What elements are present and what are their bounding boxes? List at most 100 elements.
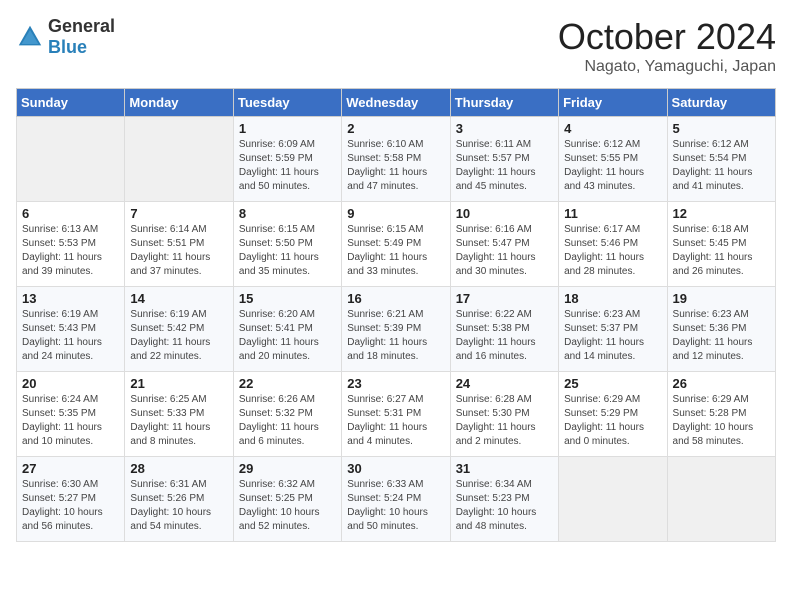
day-number: 25 xyxy=(564,376,661,391)
calendar-cell: 30Sunrise: 6:33 AM Sunset: 5:24 PM Dayli… xyxy=(342,457,450,542)
day-number: 7 xyxy=(130,206,227,221)
calendar-week-row: 1 Sunrise: 6:09 AM Sunset: 5:59 PM Daylig… xyxy=(17,117,776,202)
weekday-header-saturday: Saturday xyxy=(667,89,775,117)
calendar-cell: 20 Sunrise: 6:24 AM Sunset: 5:35 PM Dayli… xyxy=(17,372,125,457)
day-number: 12 xyxy=(673,206,770,221)
calendar-cell: 6Sunrise: 6:13 AM Sunset: 5:53 PM Daylig… xyxy=(17,202,125,287)
calendar-cell: 16 Sunrise: 6:21 AM Sunset: 5:39 PM Dayli… xyxy=(342,287,450,372)
calendar-cell: 4Sunrise: 6:12 AM Sunset: 5:55 PM Daylig… xyxy=(559,117,667,202)
cell-info: Sunrise: 6:28 AM Sunset: 5:30 PM Dayligh… xyxy=(456,393,553,449)
cell-info: Sunrise: 6:25 AM Sunset: 5:33 PM Dayligh… xyxy=(130,393,227,449)
day-number: 11 xyxy=(564,206,661,221)
day-number: 19 xyxy=(673,291,770,306)
calendar-cell xyxy=(125,117,233,202)
cell-info: Sunrise: 6:18 AM Sunset: 5:45 PM Dayligh… xyxy=(673,223,770,279)
month-title: October 2024 xyxy=(558,16,776,58)
location-title: Nagato, Yamaguchi, Japan xyxy=(558,58,776,76)
cell-info: Sunrise: 6:24 AM Sunset: 5:35 PM Dayligh… xyxy=(22,393,119,449)
cell-info: Sunrise: 6:12 AM Sunset: 5:54 PM Dayligh… xyxy=(673,138,770,194)
calendar-cell: 15 Sunrise: 6:20 AM Sunset: 5:41 PM Dayli… xyxy=(233,287,341,372)
calendar-cell: 21Sunrise: 6:25 AM Sunset: 5:33 PM Dayli… xyxy=(125,372,233,457)
cell-info: Sunrise: 6:11 AM Sunset: 5:57 PM Dayligh… xyxy=(456,138,553,194)
calendar-cell: 8 Sunrise: 6:15 AM Sunset: 5:50 PM Daylig… xyxy=(233,202,341,287)
calendar-cell: 18 Sunrise: 6:23 AM Sunset: 5:37 PM Dayli… xyxy=(559,287,667,372)
weekday-header-friday: Friday xyxy=(559,89,667,117)
calendar-cell: 9 Sunrise: 6:15 AM Sunset: 5:49 PM Daylig… xyxy=(342,202,450,287)
day-number: 28 xyxy=(130,461,227,476)
day-number: 18 xyxy=(564,291,661,306)
cell-info: Sunrise: 6:19 AM Sunset: 5:42 PM Dayligh… xyxy=(130,308,227,364)
title-block: October 2024 Nagato, Yamaguchi, Japan xyxy=(558,16,776,76)
cell-info: Sunrise: 6:19 AM Sunset: 5:43 PM Dayligh… xyxy=(22,308,119,364)
day-number: 27 xyxy=(22,461,119,476)
cell-info: Sunrise: 6:29 AM Sunset: 5:28 PM Dayligh… xyxy=(673,393,770,449)
calendar-cell: 7 Sunrise: 6:14 AM Sunset: 5:51 PM Daylig… xyxy=(125,202,233,287)
calendar-cell: 1 Sunrise: 6:09 AM Sunset: 5:59 PM Daylig… xyxy=(233,117,341,202)
cell-info: Sunrise: 6:21 AM Sunset: 5:39 PM Dayligh… xyxy=(347,308,444,364)
calendar-cell: 28 Sunrise: 6:31 AM Sunset: 5:26 PM Dayli… xyxy=(125,457,233,542)
day-number: 17 xyxy=(456,291,553,306)
day-number: 6 xyxy=(22,206,119,221)
day-number: 2 xyxy=(347,121,444,136)
weekday-header-row: SundayMondayTuesdayWednesdayThursdayFrid… xyxy=(17,89,776,117)
calendar-cell: 27 Sunrise: 6:30 AM Sunset: 5:27 PM Dayli… xyxy=(17,457,125,542)
calendar-cell: 23Sunrise: 6:27 AM Sunset: 5:31 PM Dayli… xyxy=(342,372,450,457)
calendar-cell: 11 Sunrise: 6:17 AM Sunset: 5:46 PM Dayli… xyxy=(559,202,667,287)
calendar-cell: 3Sunrise: 6:11 AM Sunset: 5:57 PM Daylig… xyxy=(450,117,558,202)
calendar-cell: 24Sunrise: 6:28 AM Sunset: 5:30 PM Dayli… xyxy=(450,372,558,457)
cell-info: Sunrise: 6:27 AM Sunset: 5:31 PM Dayligh… xyxy=(347,393,444,449)
calendar-cell: 22Sunrise: 6:26 AM Sunset: 5:32 PM Dayli… xyxy=(233,372,341,457)
cell-info: Sunrise: 6:31 AM Sunset: 5:26 PM Dayligh… xyxy=(130,478,227,534)
day-number: 16 xyxy=(347,291,444,306)
cell-info: Sunrise: 6:20 AM Sunset: 5:41 PM Dayligh… xyxy=(239,308,336,364)
calendar-week-row: 27 Sunrise: 6:30 AM Sunset: 5:27 PM Dayli… xyxy=(17,457,776,542)
cell-info: Sunrise: 6:17 AM Sunset: 5:46 PM Dayligh… xyxy=(564,223,661,279)
calendar-cell: 29Sunrise: 6:32 AM Sunset: 5:25 PM Dayli… xyxy=(233,457,341,542)
day-number: 15 xyxy=(239,291,336,306)
day-number: 20 xyxy=(22,376,119,391)
calendar-cell: 14 Sunrise: 6:19 AM Sunset: 5:42 PM Dayli… xyxy=(125,287,233,372)
day-number: 14 xyxy=(130,291,227,306)
cell-info: Sunrise: 6:32 AM Sunset: 5:25 PM Dayligh… xyxy=(239,478,336,534)
cell-info: Sunrise: 6:14 AM Sunset: 5:51 PM Dayligh… xyxy=(130,223,227,279)
logo-blue: Blue xyxy=(48,37,87,57)
cell-info: Sunrise: 6:15 AM Sunset: 5:49 PM Dayligh… xyxy=(347,223,444,279)
calendar-cell: 10Sunrise: 6:16 AM Sunset: 5:47 PM Dayli… xyxy=(450,202,558,287)
cell-info: Sunrise: 6:15 AM Sunset: 5:50 PM Dayligh… xyxy=(239,223,336,279)
calendar-cell: 25Sunrise: 6:29 AM Sunset: 5:29 PM Dayli… xyxy=(559,372,667,457)
cell-info: Sunrise: 6:23 AM Sunset: 5:37 PM Dayligh… xyxy=(564,308,661,364)
day-number: 9 xyxy=(347,206,444,221)
cell-info: Sunrise: 6:33 AM Sunset: 5:24 PM Dayligh… xyxy=(347,478,444,534)
calendar-cell: 12 Sunrise: 6:18 AM Sunset: 5:45 PM Dayli… xyxy=(667,202,775,287)
day-number: 8 xyxy=(239,206,336,221)
weekday-header-thursday: Thursday xyxy=(450,89,558,117)
weekday-header-wednesday: Wednesday xyxy=(342,89,450,117)
weekday-header-sunday: Sunday xyxy=(17,89,125,117)
calendar-cell: 17Sunrise: 6:22 AM Sunset: 5:38 PM Dayli… xyxy=(450,287,558,372)
cell-info: Sunrise: 6:12 AM Sunset: 5:55 PM Dayligh… xyxy=(564,138,661,194)
logo: General Blue xyxy=(16,16,115,58)
cell-info: Sunrise: 6:10 AM Sunset: 5:58 PM Dayligh… xyxy=(347,138,444,194)
calendar-cell: 5Sunrise: 6:12 AM Sunset: 5:54 PM Daylig… xyxy=(667,117,775,202)
page-header: General Blue October 2024 Nagato, Yamagu… xyxy=(16,16,776,76)
calendar-cell xyxy=(667,457,775,542)
cell-info: Sunrise: 6:30 AM Sunset: 5:27 PM Dayligh… xyxy=(22,478,119,534)
calendar-cell: 19 Sunrise: 6:23 AM Sunset: 5:36 PM Dayli… xyxy=(667,287,775,372)
logo-icon xyxy=(16,23,44,51)
day-number: 22 xyxy=(239,376,336,391)
calendar-week-row: 6Sunrise: 6:13 AM Sunset: 5:53 PM Daylig… xyxy=(17,202,776,287)
day-number: 31 xyxy=(456,461,553,476)
day-number: 1 xyxy=(239,121,336,136)
day-number: 10 xyxy=(456,206,553,221)
cell-info: Sunrise: 6:23 AM Sunset: 5:36 PM Dayligh… xyxy=(673,308,770,364)
cell-info: Sunrise: 6:34 AM Sunset: 5:23 PM Dayligh… xyxy=(456,478,553,534)
calendar-cell: 13 Sunrise: 6:19 AM Sunset: 5:43 PM Dayli… xyxy=(17,287,125,372)
calendar-cell: 2 Sunrise: 6:10 AM Sunset: 5:58 PM Daylig… xyxy=(342,117,450,202)
cell-info: Sunrise: 6:09 AM Sunset: 5:59 PM Dayligh… xyxy=(239,138,336,194)
logo-general: General xyxy=(48,16,115,36)
calendar-cell xyxy=(17,117,125,202)
day-number: 13 xyxy=(22,291,119,306)
logo-text: General Blue xyxy=(48,16,115,58)
calendar-week-row: 20 Sunrise: 6:24 AM Sunset: 5:35 PM Dayli… xyxy=(17,372,776,457)
weekday-header-tuesday: Tuesday xyxy=(233,89,341,117)
